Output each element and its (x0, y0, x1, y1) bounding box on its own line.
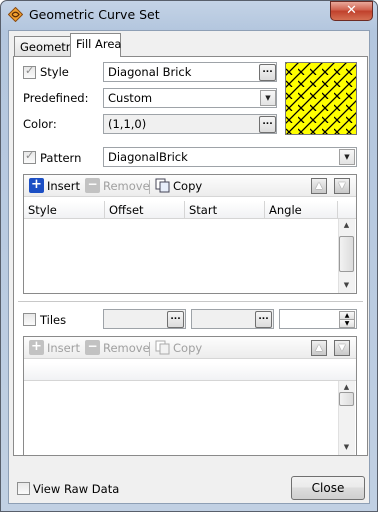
insert-label: Insert (47, 340, 80, 355)
style-checkbox[interactable] (23, 64, 36, 79)
column-header-angle[interactable]: Angle (265, 201, 338, 219)
tab-geometry[interactable]: Geometry (14, 36, 77, 56)
close-button[interactable]: Close (291, 476, 365, 500)
arrow-down-icon: ▼ (338, 181, 346, 191)
tiles-insert-button[interactable]: + Insert (29, 340, 80, 355)
tiles-move-up-button[interactable]: ▲ (311, 340, 327, 356)
spin-down-icon[interactable]: ▼ (339, 319, 355, 328)
plus-icon: + (29, 178, 44, 193)
column-header-start[interactable]: Start (185, 201, 265, 219)
arrow-up-icon: ▲ (315, 343, 323, 353)
close-icon: ✕ (346, 3, 357, 18)
pattern-label: Pattern (40, 151, 82, 165)
color-value: (1,1,0) (108, 117, 147, 131)
remove-label: Remove (103, 178, 150, 193)
insert-button[interactable]: + Insert (29, 178, 80, 193)
style-value: Diagonal Brick (108, 65, 192, 79)
tab-label: Geometry (20, 40, 78, 54)
predefined-label: Predefined: (23, 91, 89, 105)
chevron-down-icon[interactable]: ▼ (260, 90, 276, 106)
pattern-list-scrollbar[interactable]: ▲ ▼ (338, 219, 355, 293)
arrow-up-icon: ▲ (315, 181, 323, 191)
pattern-checkbox[interactable] (23, 149, 36, 164)
tiles-list-scrollbar[interactable]: ▲ ▼ (338, 381, 355, 455)
copy-button[interactable]: Copy (155, 178, 202, 193)
minus-icon: − (85, 178, 100, 193)
toolbar-separator (149, 342, 150, 356)
tab-fill-area[interactable]: Fill Area (70, 33, 121, 57)
scroll-down-icon[interactable]: ▼ (339, 279, 354, 291)
fill-preview-swatch (285, 62, 357, 135)
minus-icon: − (85, 340, 100, 355)
copy-label: Copy (173, 340, 203, 355)
tiles-label: Tiles (40, 313, 67, 327)
scroll-down-icon[interactable]: ▼ (339, 441, 354, 453)
insert-label: Insert (47, 178, 80, 193)
color-label: Color: (23, 117, 57, 131)
tiles-browse-button-1[interactable]: ... (167, 311, 184, 328)
remove-label: Remove (103, 340, 150, 355)
divider (18, 301, 363, 302)
copy-icon (155, 178, 170, 193)
column-header-offset[interactable]: Offset (105, 201, 185, 219)
color-field[interactable]: (1,1,0) (103, 114, 277, 134)
scroll-up-icon[interactable]: ▲ (339, 219, 354, 231)
tiles-list-header (24, 363, 356, 381)
arrow-down-icon: ▼ (338, 343, 346, 353)
style-field[interactable]: Diagonal Brick (103, 62, 277, 82)
remove-button[interactable]: − Remove (85, 178, 150, 193)
style-browse-button[interactable]: ... (259, 64, 276, 81)
predefined-select[interactable]: Custom (103, 88, 277, 108)
tiles-remove-button[interactable]: − Remove (85, 340, 150, 355)
chevron-down-icon[interactable]: ▼ (339, 149, 355, 165)
toolbar-separator (149, 180, 150, 194)
move-down-button[interactable]: ▼ (334, 178, 350, 194)
tiles-move-down-button[interactable]: ▼ (334, 340, 350, 356)
tiles-checkbox[interactable] (23, 313, 36, 326)
scroll-thumb[interactable] (339, 392, 354, 406)
predefined-value: Custom (108, 91, 153, 105)
tiles-browse-button-2[interactable]: ... (255, 311, 272, 328)
copy-icon (155, 340, 170, 355)
style-label: Style (40, 65, 69, 79)
pattern-list-header: Style Offset Start Angle (24, 201, 356, 219)
plus-icon: + (29, 340, 44, 355)
pattern-value: DiagonalBrick (108, 150, 188, 164)
tiles-copy-button[interactable]: Copy (155, 340, 202, 355)
tab-label: Fill Area (76, 37, 122, 51)
color-browse-button[interactable]: ... (259, 116, 276, 133)
view-raw-data-checkbox[interactable] (17, 482, 30, 495)
window-close-button[interactable]: ✕ (330, 1, 373, 21)
app-icon (7, 6, 24, 23)
scroll-thumb[interactable] (339, 236, 354, 272)
column-header-style[interactable]: Style (24, 201, 105, 219)
view-raw-data-label: View Raw Data (33, 482, 120, 496)
copy-label: Copy (173, 178, 203, 193)
move-up-button[interactable]: ▲ (311, 178, 327, 194)
window-title: Geometric Curve Set (29, 7, 160, 22)
pattern-select[interactable]: DiagonalBrick (103, 147, 357, 167)
